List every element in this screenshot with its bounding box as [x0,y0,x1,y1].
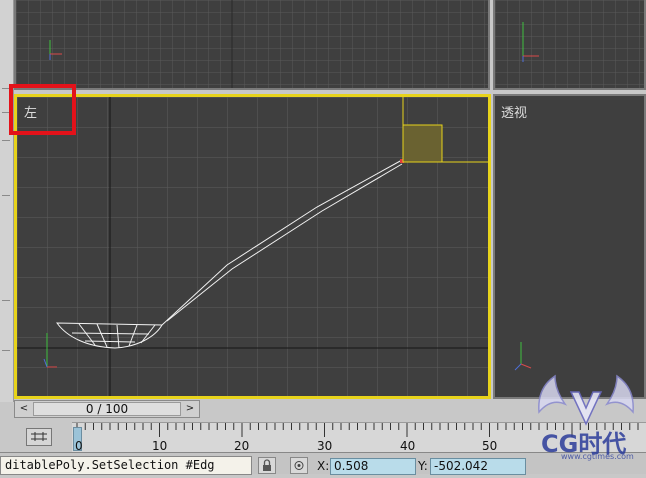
track-tick-label: 10 [152,439,168,453]
highlight-annotation-box [9,84,76,135]
absolute-mode-transform-button[interactable] [290,457,308,474]
top-viewport-grid [16,0,488,88]
strip-divider [2,300,10,301]
track-tick-label: 0 [75,439,83,453]
left-toolbar-strip [0,0,14,402]
open-mini-curve-editor-button[interactable] [26,428,52,446]
watermark-subtext: www.cgtimes.com [561,452,634,461]
track-tick-label: 30 [317,439,333,453]
slider-next-button[interactable]: > [183,402,197,416]
track-tick-label: 40 [400,439,416,453]
top-viewport[interactable] [14,0,490,90]
time-slider-thumb[interactable]: 0 / 100 [33,402,181,416]
y-coordinate-field[interactable]: -502.042 [430,458,526,475]
track-tick-label: 50 [482,439,498,453]
x-coordinate-field[interactable]: 0.508 [330,458,416,475]
left-viewport-scene [17,97,488,396]
cg-times-watermark-logo: CG时代 www.cgtimes.com [525,368,646,474]
x-coordinate-label: X: [317,459,330,473]
time-slider[interactable]: < 0 / 100 > [14,400,200,418]
perspective-scene [514,342,532,371]
transform-mode-icon [294,461,304,470]
strip-divider [2,195,10,196]
time-slider-track [200,400,493,418]
slider-prev-button[interactable]: < [17,402,31,416]
curve-editor-icon [31,432,47,441]
track-tick-label: 20 [234,439,250,453]
maxscript-listener-field[interactable]: ditablePoly.SetSelection #Edg [0,456,252,475]
axis-gizmo-icon [514,342,532,371]
strip-divider [2,350,10,351]
front-viewport-grid [495,0,644,88]
left-viewport[interactable]: 左 [14,94,491,399]
front-viewport[interactable] [493,0,646,90]
perspective-viewport[interactable]: 透视 [493,94,646,399]
viewcube-face [402,124,443,163]
selection-lock-button[interactable] [258,457,276,474]
strip-divider [2,140,10,141]
lock-icon [263,459,271,471]
y-coordinate-label: Y: [418,459,428,473]
